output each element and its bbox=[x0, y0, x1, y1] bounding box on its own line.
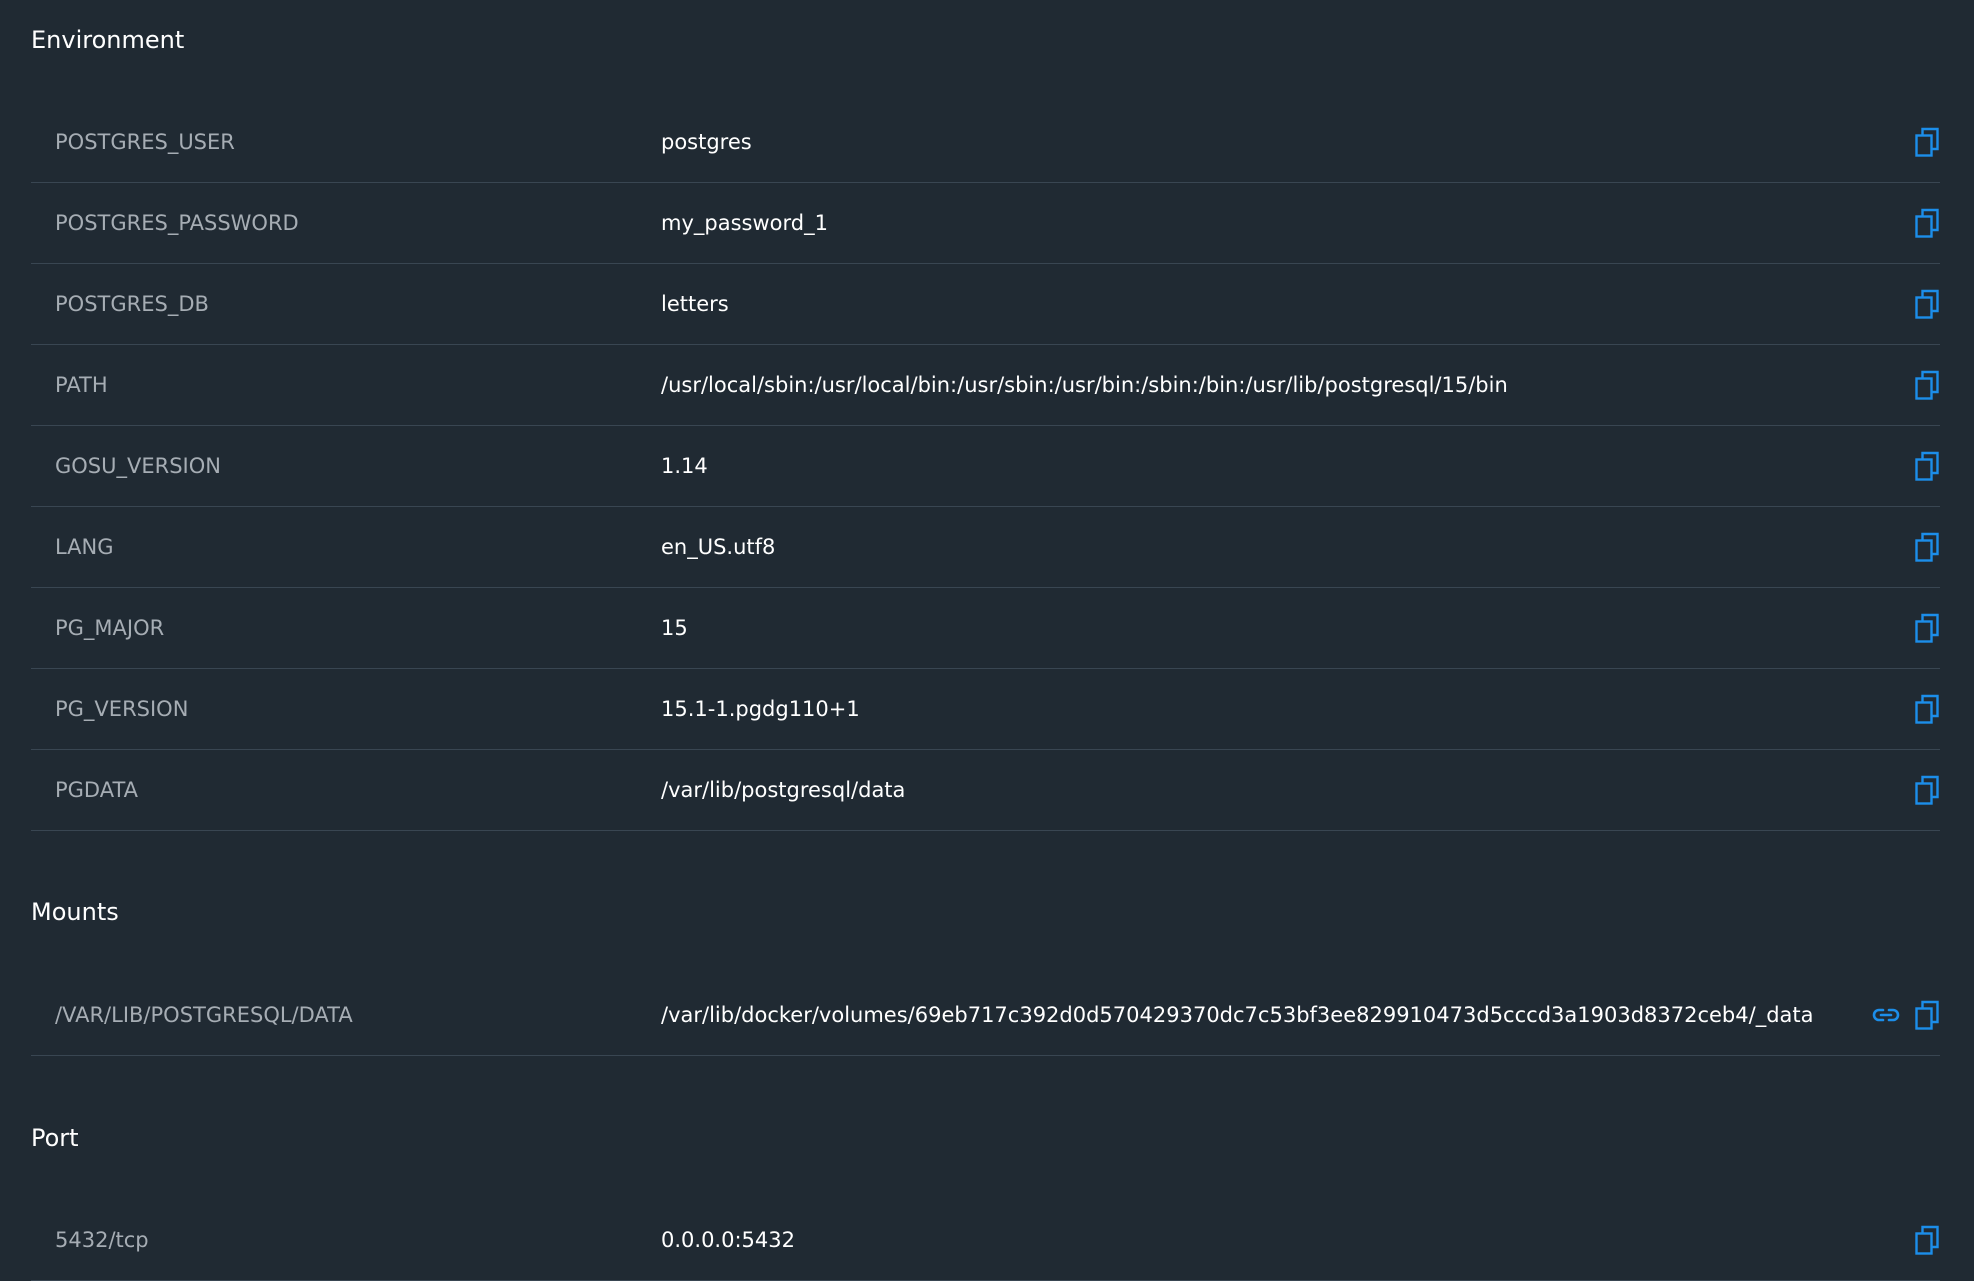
row-actions bbox=[1914, 750, 1940, 830]
mount-destination: /VAR/LIB/POSTGRESQL/DATA bbox=[55, 1003, 353, 1027]
port-title: Port bbox=[31, 1124, 79, 1152]
copy-icon[interactable] bbox=[1914, 775, 1940, 805]
env-row-pgdata: PGDATA /var/lib/postgresql/data bbox=[31, 750, 1940, 831]
env-row-gosu-version: GOSU_VERSION 1.14 bbox=[31, 426, 1940, 507]
copy-icon[interactable] bbox=[1914, 532, 1940, 562]
row-actions bbox=[1914, 507, 1940, 587]
copy-icon[interactable] bbox=[1914, 694, 1940, 724]
mount-row: /VAR/LIB/POSTGRESQL/DATA /var/lib/docker… bbox=[31, 975, 1940, 1056]
env-key: GOSU_VERSION bbox=[55, 454, 221, 478]
env-value[interactable]: letters bbox=[661, 292, 729, 316]
row-actions bbox=[1914, 669, 1940, 749]
copy-icon[interactable] bbox=[1914, 1000, 1940, 1030]
env-row-postgres-db: POSTGRES_DB letters bbox=[31, 264, 1940, 345]
inspect-panel: Environment POSTGRES_USER postgres POSTG… bbox=[31, 0, 1940, 1281]
copy-icon[interactable] bbox=[1914, 370, 1940, 400]
row-actions bbox=[1914, 426, 1940, 506]
env-key: PG_MAJOR bbox=[55, 616, 165, 640]
env-key: LANG bbox=[55, 535, 114, 559]
mounts-title: Mounts bbox=[31, 898, 119, 926]
copy-icon[interactable] bbox=[1914, 613, 1940, 643]
env-value[interactable]: 15 bbox=[661, 616, 688, 640]
copy-icon[interactable] bbox=[1914, 127, 1940, 157]
env-value[interactable]: /var/lib/postgresql/data bbox=[661, 778, 905, 802]
env-key: PATH bbox=[55, 373, 108, 397]
env-value[interactable]: en_US.utf8 bbox=[661, 535, 775, 559]
environment-section: Environment POSTGRES_USER postgres POSTG… bbox=[31, 20, 1940, 831]
port-host[interactable]: 0.0.0.0:5432 bbox=[661, 1228, 795, 1252]
env-value[interactable]: 1.14 bbox=[661, 454, 708, 478]
row-actions bbox=[1914, 588, 1940, 668]
copy-icon[interactable] bbox=[1914, 451, 1940, 481]
environment-list: POSTGRES_USER postgres POSTGRES_PASSWORD… bbox=[31, 102, 1940, 831]
env-value[interactable]: /usr/local/sbin:/usr/local/bin:/usr/sbin… bbox=[661, 373, 1508, 397]
env-row-lang: LANG en_US.utf8 bbox=[31, 507, 1940, 588]
env-row-postgres-user: POSTGRES_USER postgres bbox=[31, 102, 1940, 183]
env-key: PGDATA bbox=[55, 778, 139, 802]
row-actions bbox=[1914, 102, 1940, 182]
row-actions bbox=[1914, 183, 1940, 263]
env-value[interactable]: 15.1-1.pgdg110+1 bbox=[661, 697, 860, 721]
env-row-path: PATH /usr/local/sbin:/usr/local/bin:/usr… bbox=[31, 345, 1940, 426]
row-actions bbox=[1872, 975, 1940, 1055]
env-key: PG_VERSION bbox=[55, 697, 189, 721]
row-actions bbox=[1914, 1200, 1940, 1280]
mounts-section: Mounts /VAR/LIB/POSTGRESQL/DATA /var/lib… bbox=[31, 892, 1940, 1056]
env-key: POSTGRES_PASSWORD bbox=[55, 211, 299, 235]
copy-icon[interactable] bbox=[1914, 289, 1940, 319]
env-value[interactable]: postgres bbox=[661, 130, 752, 154]
port-container: 5432/tcp bbox=[55, 1228, 149, 1252]
copy-icon[interactable] bbox=[1914, 208, 1940, 238]
env-value[interactable]: my_password_1 bbox=[661, 211, 828, 235]
copy-icon[interactable] bbox=[1914, 1225, 1940, 1255]
port-row: 5432/tcp 0.0.0.0:5432 bbox=[31, 1200, 1940, 1281]
env-key: POSTGRES_DB bbox=[55, 292, 209, 316]
port-section: Port 5432/tcp 0.0.0.0:5432 bbox=[31, 1118, 1940, 1281]
env-row-postgres-password: POSTGRES_PASSWORD my_password_1 bbox=[31, 183, 1940, 264]
environment-title: Environment bbox=[31, 26, 185, 54]
mounts-list: /VAR/LIB/POSTGRESQL/DATA /var/lib/docker… bbox=[31, 975, 1940, 1056]
env-row-pg-major: PG_MAJOR 15 bbox=[31, 588, 1940, 669]
env-row-pg-version: PG_VERSION 15.1-1.pgdg110+1 bbox=[31, 669, 1940, 750]
link-icon[interactable] bbox=[1872, 1000, 1900, 1030]
port-list: 5432/tcp 0.0.0.0:5432 bbox=[31, 1200, 1940, 1281]
mount-source[interactable]: /var/lib/docker/volumes/69eb717c392d0d57… bbox=[661, 1003, 1814, 1027]
env-key: POSTGRES_USER bbox=[55, 130, 235, 154]
row-actions bbox=[1914, 264, 1940, 344]
row-actions bbox=[1914, 345, 1940, 425]
